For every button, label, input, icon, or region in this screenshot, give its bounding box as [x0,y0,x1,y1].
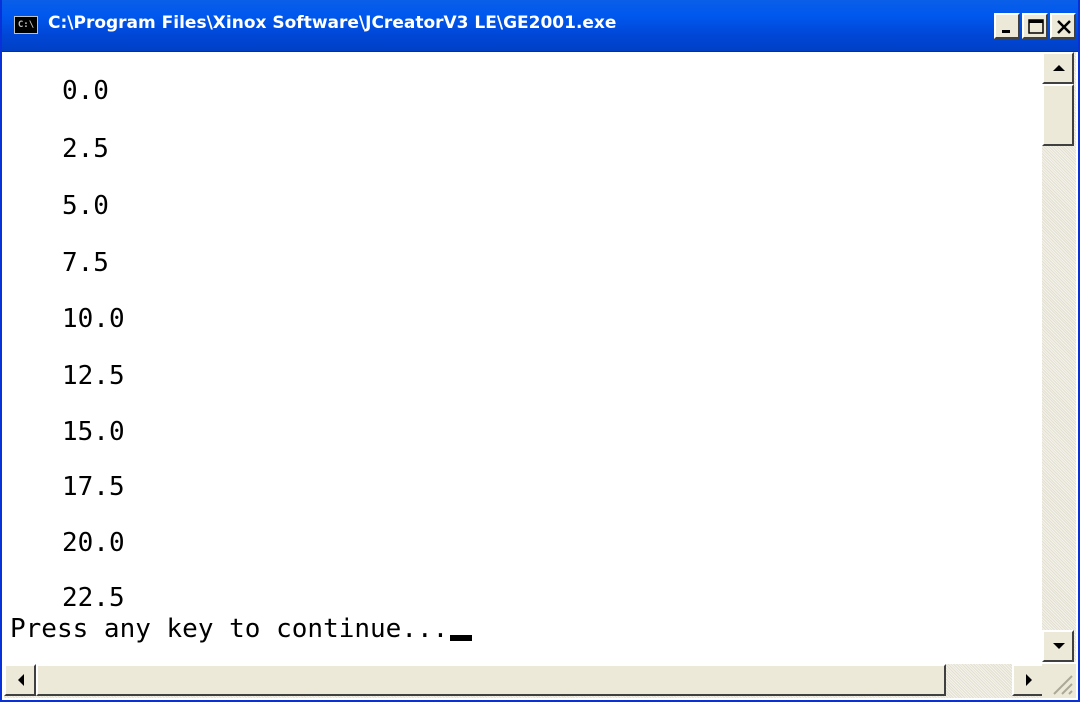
output-line: 20.0 [62,528,125,558]
output-line: 5.0 [62,191,109,221]
output-line: 10.0 [62,304,125,334]
output-line: 0.0 [62,76,109,106]
output-line: 2.5 [62,134,109,164]
minimize-button[interactable] [994,13,1020,39]
window-title: C:\Program Files\Xinox Software\JCreator… [48,13,616,33]
minimize-icon [999,18,1017,36]
scroll-right-button[interactable] [1012,664,1044,696]
maximize-button[interactable] [1022,13,1048,39]
prompt-text: Press any key to continue... [10,614,448,644]
vertical-scroll-thumb[interactable] [1042,84,1074,146]
output-line: 22.5 [62,583,125,613]
continue-prompt: Press any key to continue... [10,614,472,644]
close-icon [1055,18,1073,36]
horizontal-scroll-thumb[interactable] [36,664,946,696]
output-line: 15.0 [62,417,125,447]
vertical-scrollbar[interactable] [1042,52,1076,662]
console-icon[interactable]: C:\ [14,16,38,34]
scroll-left-button[interactable] [4,664,36,696]
output-line: 7.5 [62,248,109,278]
close-button[interactable] [1050,13,1076,39]
output-line: 17.5 [62,472,125,502]
maximize-icon [1027,18,1045,36]
text-cursor [450,635,472,641]
arrow-down-icon [1052,641,1066,651]
console-output[interactable]: 0.0 2.5 5.0 7.5 10.0 12.5 15.0 17.5 20.0… [4,52,1044,662]
resize-grip-icon [1042,664,1076,698]
scroll-down-button[interactable] [1042,630,1074,662]
caption-buttons [994,13,1076,39]
arrow-right-icon [1024,673,1034,687]
horizontal-scrollbar[interactable] [4,664,1044,698]
output-line: 12.5 [62,361,125,391]
scroll-up-button[interactable] [1042,52,1074,84]
title-bar[interactable]: C:\ C:\Program Files\Xinox Software\JCre… [2,0,1080,52]
arrow-left-icon [16,673,26,687]
resize-grip[interactable] [1042,664,1076,698]
console-window: C:\ C:\Program Files\Xinox Software\JCre… [0,0,1080,702]
arrow-up-icon [1052,63,1066,73]
